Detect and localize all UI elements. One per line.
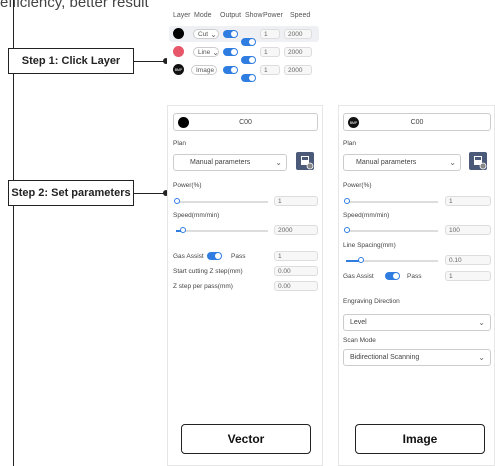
header-layer: Layer xyxy=(173,12,191,19)
engraving-direction-select[interactable]: Level ⌄ xyxy=(343,314,491,331)
output-toggle[interactable] xyxy=(223,48,238,56)
mode-value: Cut xyxy=(198,30,209,38)
save-icon xyxy=(474,156,487,170)
pass-label: Pass xyxy=(231,253,246,260)
chevron-down-icon: ⌄ xyxy=(478,353,485,362)
speed-input[interactable]: 2000 xyxy=(284,65,312,75)
layer-header[interactable]: C00 xyxy=(173,113,318,131)
layer-table: Layer Mode Output Show Power Speed Cut ⌄ … xyxy=(167,6,323,94)
power-input[interactable]: 1 xyxy=(260,29,280,39)
gas-assist-label: Gas Assist xyxy=(173,253,204,260)
speed-slider-thumb[interactable] xyxy=(344,227,350,233)
chevron-down-icon: ⌄ xyxy=(449,158,456,167)
line-spacing-slider-thumb[interactable] xyxy=(358,257,364,263)
mode-select[interactable]: Line ⌄ xyxy=(193,47,219,57)
mode-select[interactable]: Cut ⌄ xyxy=(193,29,219,39)
layer-color-dot xyxy=(178,117,189,128)
scan-mode-label: Scan Mode xyxy=(343,337,376,344)
top-caption: efficiency, better result xyxy=(0,0,149,11)
layer-row-line[interactable]: Line ⌄ 1 2000 xyxy=(169,44,319,64)
pass-label: Pass xyxy=(407,273,422,280)
z-step-label: Z step per pass(mm) xyxy=(173,283,233,290)
chevron-down-icon: ⌄ xyxy=(212,47,219,57)
layer-row-cut[interactable]: Cut ⌄ 1 2000 xyxy=(169,26,319,46)
power-slider-thumb[interactable] xyxy=(344,198,350,204)
header-output: Output xyxy=(220,12,242,19)
chevron-down-icon: ⌄ xyxy=(210,29,217,39)
output-toggle[interactable] xyxy=(223,66,238,74)
speed-input[interactable]: 2000 xyxy=(284,47,312,57)
image-panel: BMP C00 Plan Manual parameters ⌄ Power(%… xyxy=(338,105,495,466)
start-z-label: Start cutting Z step(mm) xyxy=(173,268,243,275)
layer-row-image[interactable]: BMP Image 1 2000 xyxy=(169,62,319,82)
mode-select[interactable]: Image xyxy=(191,65,217,75)
header-show: Show xyxy=(245,12,263,19)
output-toggle[interactable] xyxy=(223,30,238,38)
power-label: Power(%) xyxy=(343,182,372,189)
plan-select[interactable]: Manual parameters ⌄ xyxy=(173,154,287,171)
speed-input[interactable]: 2000 xyxy=(284,29,312,39)
plan-value: Manual parameters xyxy=(190,159,251,166)
z-step-input[interactable]: 0.00 xyxy=(274,281,318,291)
power-label: Power(%) xyxy=(173,182,202,189)
engraving-direction-label: Engraving Direction xyxy=(343,298,400,305)
show-toggle[interactable] xyxy=(241,74,256,82)
speed-label: Speed(mm/min) xyxy=(173,212,220,219)
scan-mode-value: Bidirectional Scanning xyxy=(350,354,420,361)
chevron-down-icon: ⌄ xyxy=(478,318,485,327)
power-slider-track[interactable] xyxy=(176,201,268,203)
save-plan-button[interactable] xyxy=(469,152,487,170)
step2-callout: Step 2: Set parameters xyxy=(8,180,134,206)
power-slider-thumb[interactable] xyxy=(174,198,180,204)
speed-slider-track[interactable] xyxy=(176,230,268,232)
pass-input[interactable]: 1 xyxy=(274,251,318,261)
plan-label: Plan xyxy=(343,140,357,147)
speed-input[interactable]: 2000 xyxy=(274,225,318,235)
header-power: Power xyxy=(263,12,283,19)
power-slider-track[interactable] xyxy=(346,201,438,203)
vector-panel: C00 Plan Manual parameters ⌄ Power(%) 1 … xyxy=(167,105,323,466)
power-input[interactable]: 1 xyxy=(445,196,491,206)
header-mode: Mode xyxy=(194,12,212,19)
plan-value: Manual parameters xyxy=(356,159,417,166)
header-speed: Speed xyxy=(290,12,311,19)
layer-color-dot[interactable] xyxy=(173,46,184,57)
bmp-layer-icon[interactable]: BMP xyxy=(173,64,184,75)
speed-input[interactable]: 100 xyxy=(445,225,491,235)
power-input[interactable]: 1 xyxy=(274,196,318,206)
power-input[interactable]: 1 xyxy=(260,47,280,57)
pass-input[interactable]: 1 xyxy=(445,271,491,281)
line-spacing-input[interactable]: 0.10 xyxy=(445,255,491,265)
speed-slider-track[interactable] xyxy=(346,230,438,232)
line-spacing-label: Line Spacing(mm) xyxy=(343,242,396,249)
plan-select[interactable]: Manual parameters ⌄ xyxy=(343,154,461,171)
start-z-input[interactable]: 0.00 xyxy=(274,266,318,276)
scan-mode-select[interactable]: Bidirectional Scanning ⌄ xyxy=(343,349,491,366)
chevron-down-icon: ⌄ xyxy=(275,158,282,167)
image-button[interactable]: Image xyxy=(355,424,485,454)
power-input[interactable]: 1 xyxy=(260,65,280,75)
mode-value: Line xyxy=(198,48,211,56)
step1-callout: Step 1: Click Layer xyxy=(8,48,134,74)
save-plan-button[interactable] xyxy=(296,152,314,170)
layer-header[interactable]: BMP C00 xyxy=(343,113,491,131)
save-icon xyxy=(301,156,314,170)
speed-label: Speed(mm/min) xyxy=(343,212,390,219)
gas-assist-label: Gas Assist xyxy=(343,273,374,280)
gas-assist-toggle[interactable] xyxy=(385,272,400,280)
speed-slider-thumb[interactable] xyxy=(180,227,186,233)
step1-arrow xyxy=(134,61,166,62)
layer-color-dot[interactable] xyxy=(173,28,184,39)
step2-arrow xyxy=(134,193,166,194)
layer-name: C00 xyxy=(239,118,252,126)
plan-label: Plan xyxy=(173,140,187,147)
gas-assist-toggle[interactable] xyxy=(207,252,222,260)
bmp-layer-icon: BMP xyxy=(348,117,359,128)
layer-name: C00 xyxy=(410,118,424,126)
vector-button[interactable]: Vector xyxy=(181,424,311,454)
engraving-direction-value: Level xyxy=(350,319,367,326)
